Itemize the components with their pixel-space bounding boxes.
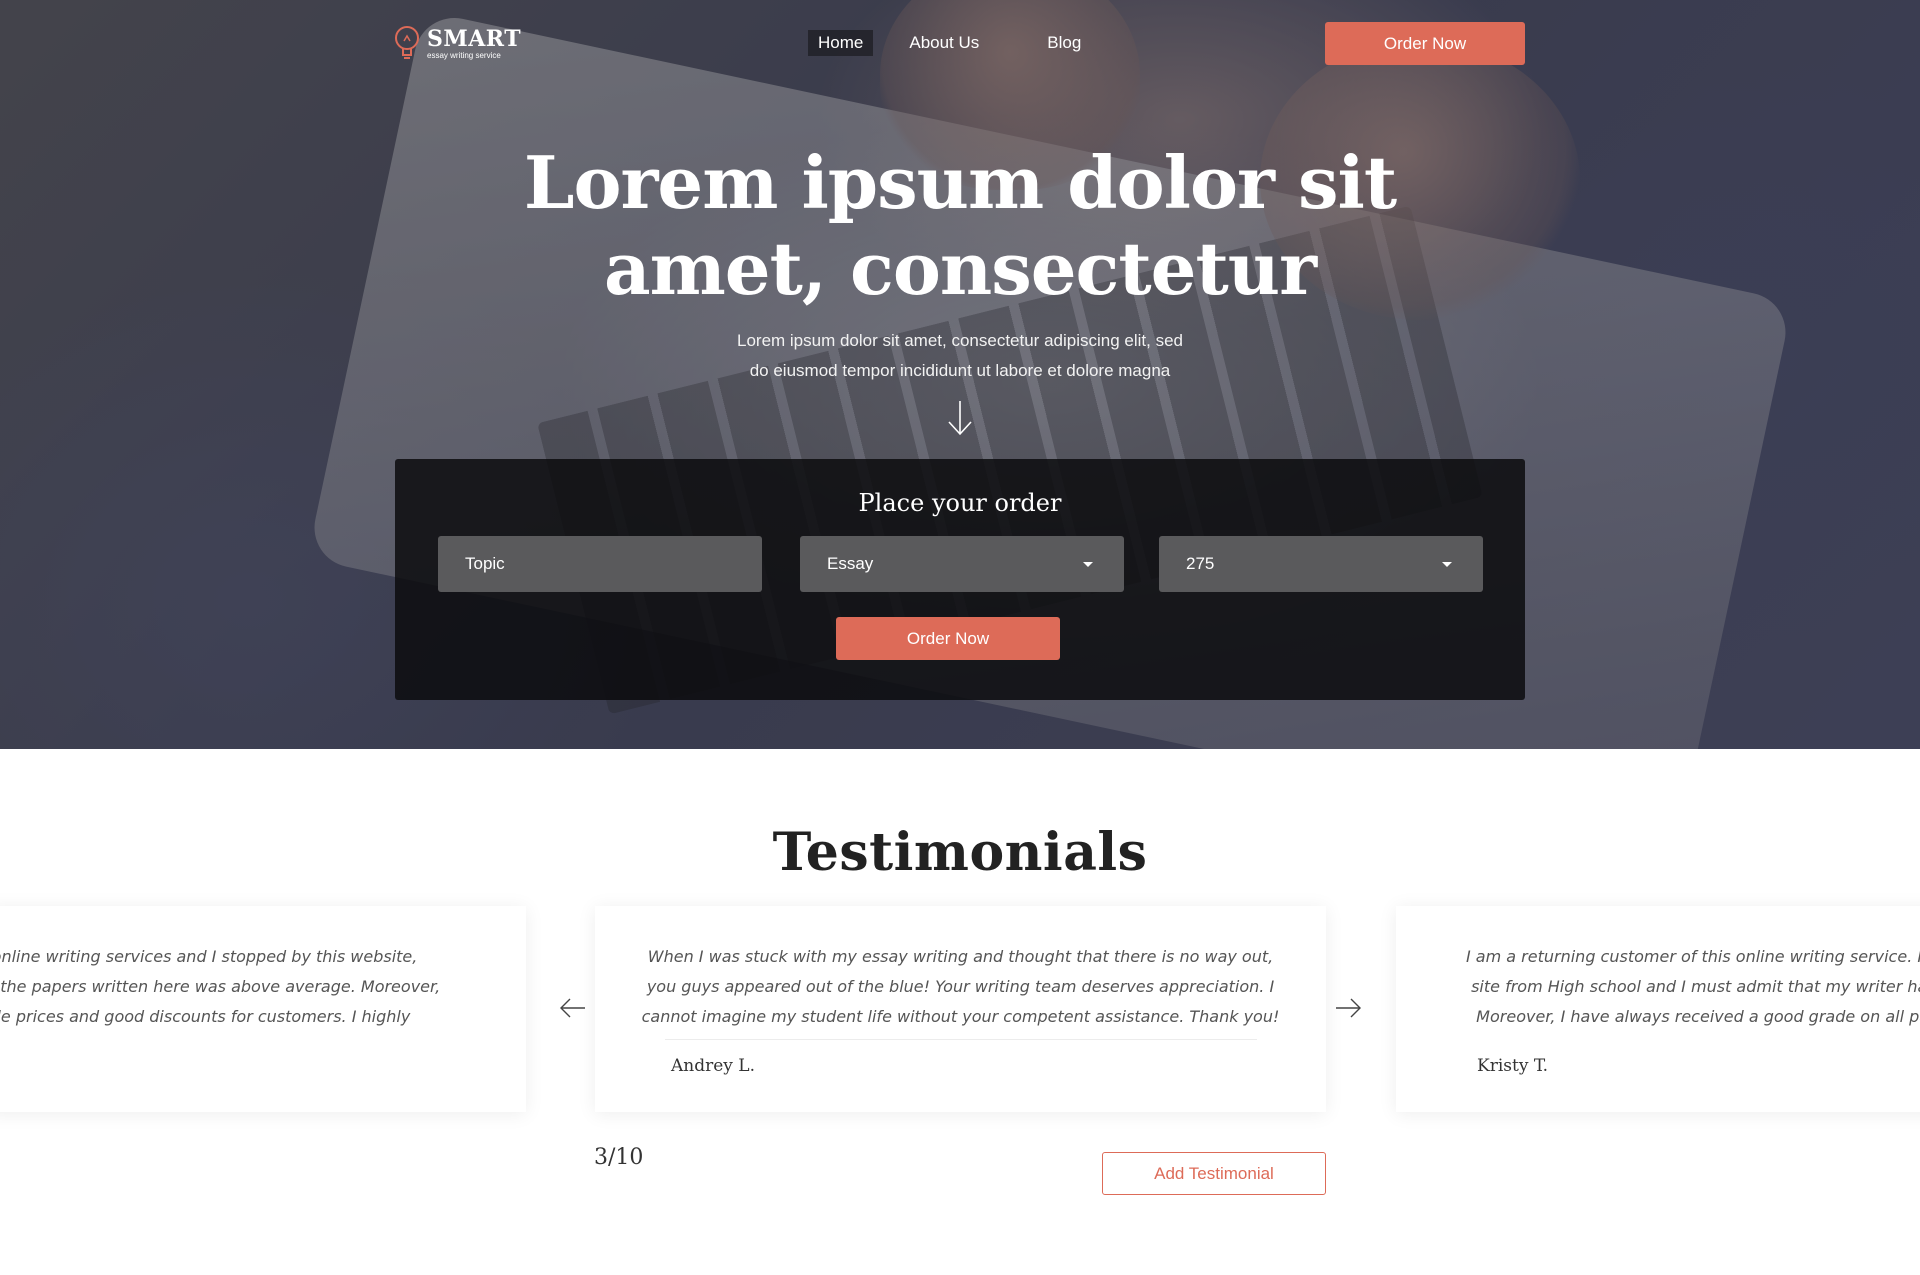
hero-title-line-2: amet, consectetur bbox=[603, 226, 1317, 311]
testimonial-text-line: When I was stuck with my essay writing a… bbox=[647, 947, 1274, 966]
nav-item-home[interactable]: Home bbox=[808, 30, 874, 56]
testimonial-pager: 3/10 bbox=[594, 1145, 644, 1170]
chevron-down-icon bbox=[1083, 561, 1093, 567]
lightbulb-icon bbox=[395, 26, 419, 59]
arrow-right-icon[interactable] bbox=[1334, 996, 1362, 1020]
testimonial-divider bbox=[665, 1039, 1257, 1040]
paper-type-value: Essay bbox=[827, 554, 874, 573]
testimonials-title: Testimonials bbox=[772, 822, 1148, 883]
testimonial-card-active: When I was stuck with my essay writing a… bbox=[595, 906, 1326, 1112]
testimonial-text-line: site from High school and I must admit t… bbox=[1466, 977, 1920, 996]
arrow-down-icon[interactable] bbox=[947, 400, 973, 436]
testimonial-author: Kristy T. bbox=[1477, 1056, 1549, 1076]
testimonial-text-line: ordable prices and good discounts for cu… bbox=[0, 1007, 411, 1026]
chevron-down-icon bbox=[1442, 561, 1452, 567]
hero-section: SMART essay writing service Home About U… bbox=[0, 0, 1920, 749]
arrow-left-icon[interactable] bbox=[559, 996, 587, 1020]
header-order-now-button[interactable]: Order Now bbox=[1325, 22, 1525, 65]
order-form-title: Place your order bbox=[858, 489, 1062, 517]
logo-tagline: essay writing service bbox=[427, 51, 501, 60]
testimonial-card: I am a returning customer of this online… bbox=[1396, 906, 1920, 1112]
hero-subtitle: Lorem ipsum dolor sit amet, consectetur … bbox=[660, 326, 1260, 386]
hero-subtitle-line-1: Lorem ipsum dolor sit amet, consectetur … bbox=[737, 331, 1183, 350]
testimonial-card: ot of online writing services and I stop… bbox=[0, 906, 526, 1112]
testimonial-text-line: Moreover, I have always received a good … bbox=[1466, 1007, 1920, 1026]
nav-item-blog[interactable]: Blog bbox=[1047, 33, 1081, 53]
pages-select[interactable]: 275 bbox=[1159, 536, 1483, 592]
testimonial-text: When I was stuck with my essay writing a… bbox=[595, 942, 1326, 1032]
testimonial-text-line: lity of the papers written here was abov… bbox=[0, 977, 441, 996]
testimonial-text-line: I am a returning customer of this online… bbox=[1466, 947, 1920, 966]
main-nav: Home About Us Blog bbox=[808, 30, 1081, 56]
testimonial-text: I am a returning customer of this online… bbox=[1466, 942, 1920, 1032]
logo-name: SMART bbox=[427, 26, 522, 52]
testimonial-text-line: you guys appeared out of the blue! Your … bbox=[646, 977, 1275, 996]
testimonial-text-line: cannot imagine my student life without y… bbox=[641, 1007, 1280, 1026]
logo[interactable]: SMART essay writing service bbox=[393, 22, 521, 66]
testimonial-text-line: ot of online writing services and I stop… bbox=[0, 947, 418, 966]
testimonial-author: Andrey L. bbox=[671, 1056, 755, 1076]
add-testimonial-button[interactable]: Add Testimonial bbox=[1102, 1152, 1326, 1195]
testimonial-text: ot of online writing services and I stop… bbox=[0, 942, 550, 1032]
topic-input[interactable] bbox=[438, 536, 762, 592]
hero-subtitle-line-2: do eiusmod tempor incididunt ut labore e… bbox=[749, 361, 1171, 380]
nav-item-about-us[interactable]: About Us bbox=[909, 33, 979, 53]
hero-title: Lorem ipsum dolor sit amet, consectetur bbox=[460, 140, 1460, 312]
pages-value: 275 bbox=[1186, 554, 1215, 573]
order-form-submit-button[interactable]: Order Now bbox=[836, 617, 1060, 660]
order-form-panel: Place your order Essay 275 Order Now bbox=[395, 459, 1525, 700]
hero-title-line-1: Lorem ipsum dolor sit bbox=[523, 140, 1397, 225]
paper-type-select[interactable]: Essay bbox=[800, 536, 1124, 592]
